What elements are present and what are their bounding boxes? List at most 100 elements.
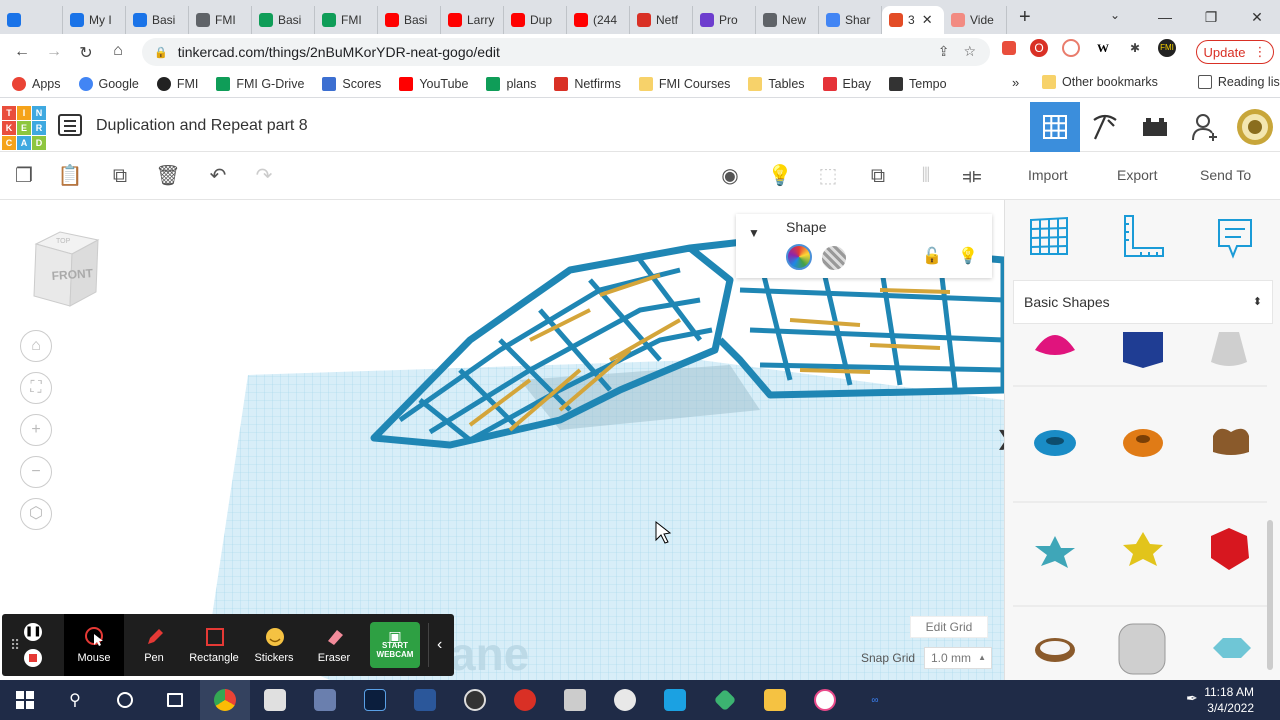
taskbar-opera[interactable] (500, 680, 550, 720)
close-window-icon[interactable]: ✕ (1234, 9, 1280, 26)
url-field[interactable]: 🔒 tinkercad.com/things/2nBuMKorYDR-neat-… (142, 38, 990, 66)
bookmark-item[interactable]: Apps (12, 76, 61, 91)
pause-icon[interactable]: ❚❚ (24, 623, 43, 641)
workplane-tool[interactable] (1027, 214, 1071, 263)
import-button[interactable]: Import (1028, 167, 1068, 183)
taskbar-explorer[interactable] (750, 680, 800, 720)
shape-polygon-blue[interactable] (1123, 332, 1163, 368)
shape-ring-brown[interactable] (1035, 638, 1075, 662)
collapse-inspector-icon[interactable]: ▼ (748, 226, 760, 240)
bookmark-item[interactable]: FMI (156, 76, 198, 91)
shape-sphere-pink[interactable] (1035, 335, 1075, 355)
wikipedia-icon[interactable]: W (1094, 39, 1112, 57)
shape-cone-gray[interactable] (1211, 332, 1247, 366)
search-button[interactable]: ⚲ (50, 680, 100, 720)
taskbar-app-2[interactable] (250, 680, 300, 720)
taskbar-app-c[interactable] (650, 680, 700, 720)
extension-icon-2[interactable] (1062, 39, 1080, 57)
taskbar-app-green[interactable] (700, 680, 750, 720)
puzzle-icon[interactable]: ✱ (1126, 39, 1144, 57)
snap-grid-select[interactable]: 1.0 mm ▲ (924, 647, 992, 669)
design-title[interactable]: Duplication and Repeat part 8 (96, 117, 308, 135)
redo-icon[interactable]: ↷ (250, 162, 278, 190)
bookmark-item[interactable]: FMI Courses (638, 76, 730, 91)
recorder-tool-pen[interactable]: Pen (124, 614, 184, 676)
stop-icon[interactable] (24, 649, 43, 667)
delete-icon[interactable]: 🗑 (154, 162, 182, 190)
paste-icon[interactable]: 📋 (56, 162, 84, 190)
browser-tab[interactable]: FMI (189, 6, 252, 34)
3d-view-button[interactable] (1030, 102, 1080, 152)
shape-paraboloid-teal[interactable] (1213, 638, 1251, 658)
browser-tab[interactable] (0, 6, 63, 34)
tab-search-icon[interactable]: ⌄ (1110, 8, 1120, 22)
browser-tab[interactable]: FMI (315, 6, 378, 34)
fit-view-button[interactable]: ⛶ (20, 372, 52, 404)
new-tab-icon[interactable]: + (1019, 6, 1031, 29)
system-clock[interactable]: 11:18 AM 3/4/2022 (1204, 684, 1254, 716)
view-cube[interactable]: FRONT TOP (30, 230, 102, 307)
opera-icon[interactable]: O (1030, 39, 1048, 57)
cortana-button[interactable] (100, 680, 150, 720)
shape-tube-orange[interactable] (1123, 429, 1163, 457)
bookmarks-overflow[interactable]: » (1012, 75, 1019, 90)
taskbar-visio[interactable] (350, 680, 400, 720)
browser-tab[interactable]: 3 ✕ (882, 6, 944, 34)
shape-heart-brown[interactable] (1213, 428, 1249, 455)
collapse-recorder-icon[interactable]: ‹ (428, 623, 442, 667)
drag-handle-icon[interactable]: ⠿ (10, 637, 20, 654)
minimize-icon[interactable]: — (1142, 9, 1188, 25)
taskbar-itunes[interactable] (800, 680, 850, 720)
show-all-icon[interactable]: 💡 (766, 162, 794, 190)
shape-icosahedron-red[interactable] (1211, 528, 1249, 570)
browser-tab[interactable]: Pro (693, 6, 756, 34)
workplane-viewport[interactable]: ane FRONT TOP ⌂ ⛶ + − ⬡ ▼ Shape 🔓 💡 ❯ Ed… (0, 200, 1004, 680)
reload-icon[interactable]: ↻ (70, 43, 102, 63)
browser-tab[interactable]: (244 (567, 6, 630, 34)
browser-tab[interactable]: Shar (819, 6, 882, 34)
group-icon[interactable]: ⬚ (814, 162, 842, 190)
taskbar-chrome[interactable] (200, 680, 250, 720)
taskbar-app-dots[interactable]: ∞ (850, 680, 900, 720)
shapes-scrollbar[interactable] (1267, 520, 1273, 670)
zoom-out-button[interactable]: − (20, 456, 52, 488)
invite-user-button[interactable] (1180, 102, 1230, 152)
profile-avatar[interactable]: FMI (1158, 39, 1176, 57)
blocks-view-button[interactable] (1080, 102, 1130, 152)
shape-rounded-box-gray[interactable] (1118, 623, 1166, 675)
zoom-in-button[interactable]: + (20, 414, 52, 446)
browser-tab[interactable]: Basi (378, 6, 441, 34)
bookmark-item[interactable]: YouTube (399, 76, 468, 91)
browser-tab[interactable]: Larry (441, 6, 504, 34)
hide-shape-icon[interactable]: 💡 (958, 246, 978, 266)
task-view-button[interactable] (150, 680, 200, 720)
hole-swatch[interactable] (822, 246, 846, 270)
shape-category-select[interactable]: Basic Shapes ⬍ (1013, 280, 1273, 324)
ungroup-icon[interactable]: ⧉ (864, 162, 892, 190)
bookmark-item[interactable]: Scores (322, 76, 381, 91)
undo-icon[interactable]: ↶ (204, 162, 232, 190)
more-menu-icon[interactable]: ⋮ (1253, 44, 1266, 60)
browser-tab[interactable]: Vide (944, 6, 1007, 34)
ruler-tool[interactable] (1121, 214, 1165, 265)
home-view-button[interactable]: ⌂ (20, 330, 52, 362)
align-icon[interactable]: ⫴ (912, 162, 940, 190)
back-icon[interactable]: ← (6, 43, 38, 61)
restore-icon[interactable]: ❐ (1188, 9, 1234, 26)
shape-star-yellow[interactable] (1123, 532, 1163, 566)
panel-toggle-icon[interactable]: ❯ (996, 426, 1004, 451)
duplicate-icon[interactable]: ⧉ (106, 162, 134, 190)
copy-icon[interactable]: ❐ (10, 162, 38, 190)
bookmark-item[interactable]: Tempo (889, 76, 947, 91)
taskbar-camera[interactable] (550, 680, 600, 720)
user-avatar[interactable] (1230, 102, 1280, 152)
browser-tab[interactable]: New (756, 6, 819, 34)
taskbar-word[interactable] (400, 680, 450, 720)
taskbar-calculator[interactable] (300, 680, 350, 720)
bookmark-item[interactable]: FMI G-Drive (216, 76, 304, 91)
bookmark-item[interactable]: plans (486, 76, 536, 91)
forward-icon[interactable]: → (38, 43, 70, 61)
bricks-view-button[interactable] (1130, 102, 1180, 152)
recorder-tool-stickers[interactable]: Stickers (244, 614, 304, 676)
recorder-tool-mouse[interactable]: Mouse (64, 614, 124, 676)
